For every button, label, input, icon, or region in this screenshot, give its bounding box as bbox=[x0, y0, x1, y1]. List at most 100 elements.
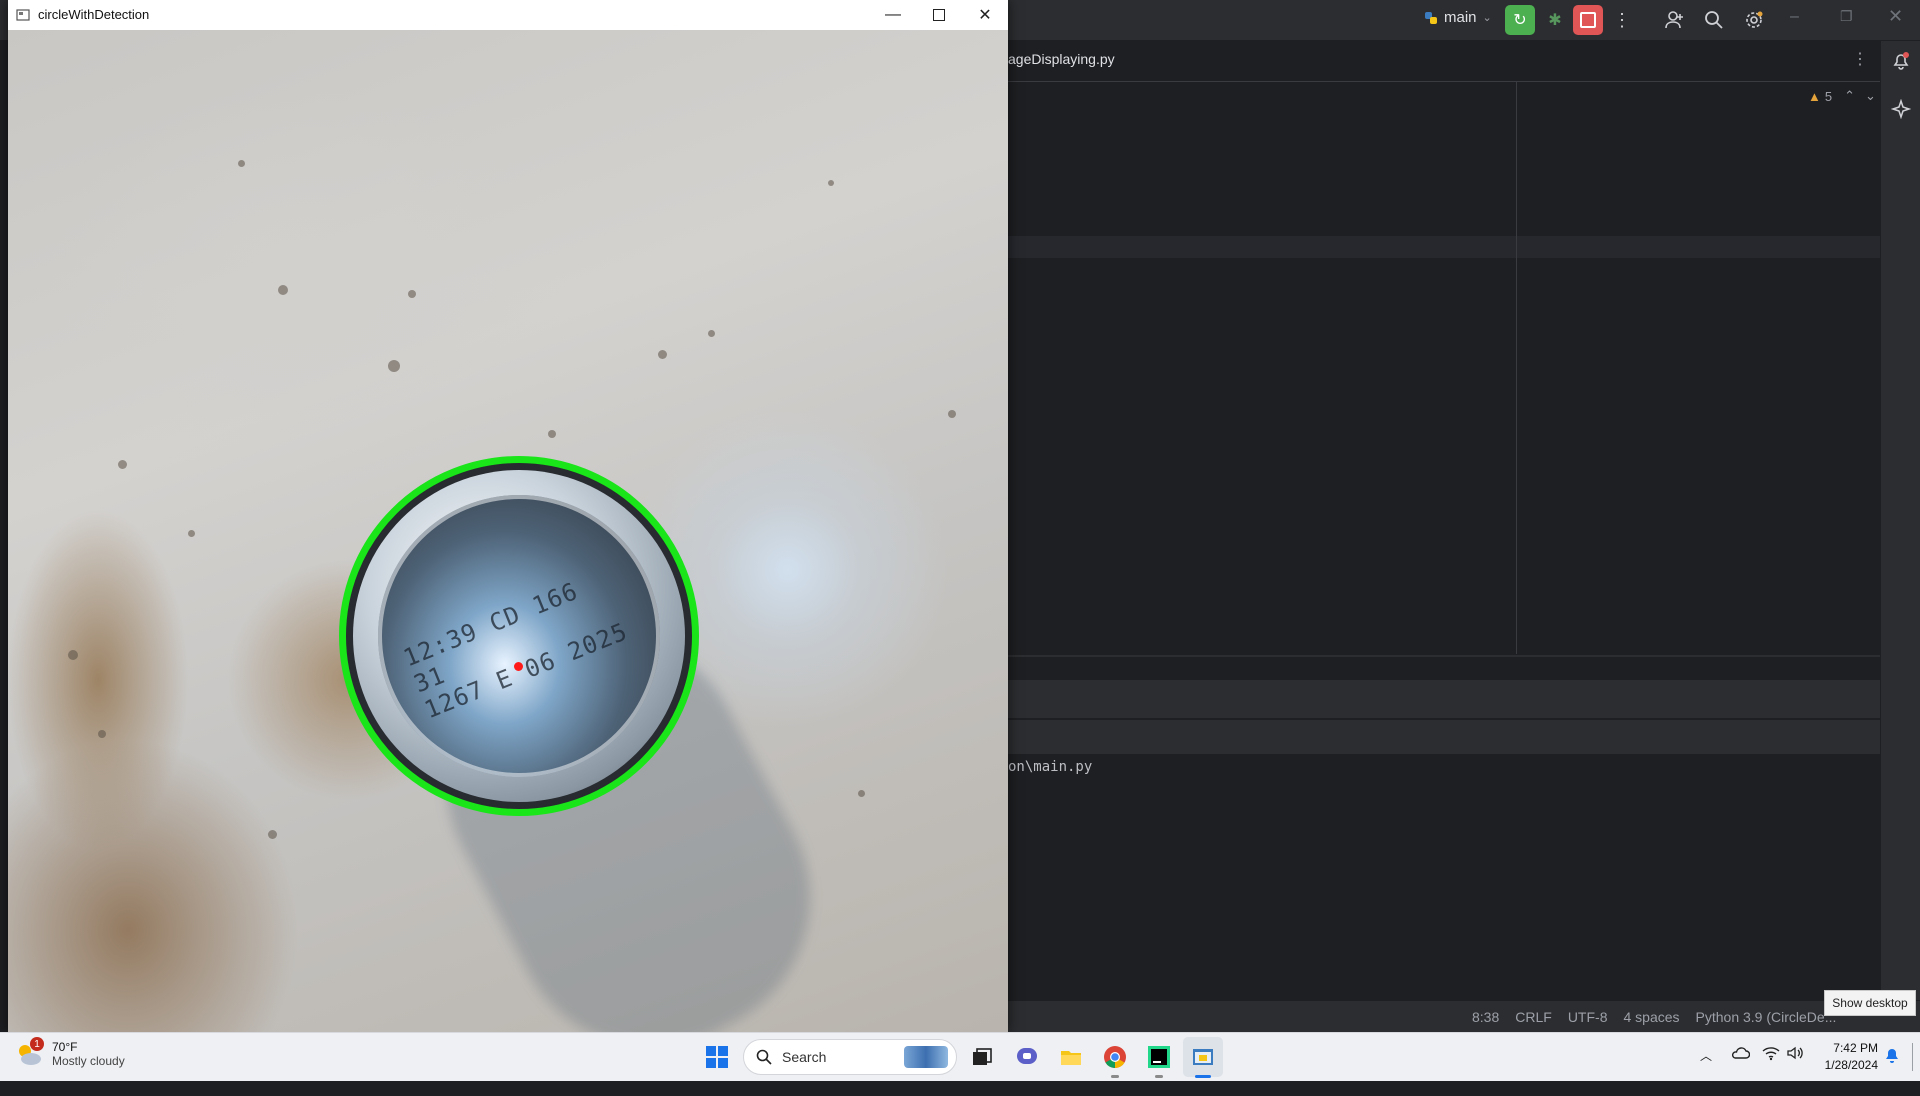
python-window-icon bbox=[1193, 1049, 1213, 1065]
taskbar: 1 70°F Mostly cloudy Search ︿ 7:42 PM 1/… bbox=[0, 1032, 1920, 1081]
caret-position[interactable]: 8:38 bbox=[1472, 1009, 1499, 1025]
notification-center-button[interactable] bbox=[1884, 1046, 1900, 1069]
image-window[interactable]: circleWithDetection — ✕ 12:39 CD 166 31 … bbox=[8, 0, 1008, 1096]
stop-button[interactable] bbox=[1573, 5, 1603, 35]
wifi-icon bbox=[1762, 1047, 1780, 1061]
minimize-icon: — bbox=[885, 6, 901, 23]
editor-right-margin bbox=[1516, 82, 1517, 654]
status-bar: 8:38 CRLF UTF-8 4 spaces Python 3.9 (Cir… bbox=[1008, 1000, 1920, 1033]
chrome-button[interactable] bbox=[1095, 1037, 1135, 1078]
weather-temp: 70°F bbox=[52, 1040, 78, 1054]
python-icon bbox=[1424, 11, 1438, 25]
bell-icon bbox=[1893, 52, 1909, 70]
interpreter-selector[interactable]: Python 3.9 (CircleDe... bbox=[1696, 1009, 1837, 1025]
run-tool-window-tabs bbox=[1008, 720, 1880, 754]
weather-widget[interactable]: 1 70°F Mostly cloudy bbox=[14, 1037, 125, 1069]
python-app-button[interactable] bbox=[1183, 1037, 1223, 1078]
search-everywhere-button[interactable] bbox=[1699, 5, 1729, 35]
minimize-icon: – bbox=[1790, 8, 1799, 25]
close-button[interactable]: ✕ bbox=[962, 0, 1008, 30]
rerun-icon: ↻ bbox=[1513, 12, 1527, 29]
gear-icon bbox=[1746, 11, 1763, 28]
notifications-button[interactable] bbox=[1891, 51, 1911, 76]
tool-window-divider bbox=[1008, 655, 1880, 657]
close-button[interactable]: ✕ bbox=[1888, 6, 1903, 27]
file-encoding[interactable]: UTF-8 bbox=[1568, 1009, 1608, 1025]
search-placeholder: Search bbox=[782, 1049, 827, 1065]
console-line: on\main.py bbox=[1008, 759, 1093, 775]
run-button[interactable]: ↻ bbox=[1505, 5, 1535, 35]
search-icon bbox=[756, 1049, 772, 1065]
search-highlight-icon bbox=[904, 1046, 948, 1068]
ai-assistant-button[interactable] bbox=[1890, 98, 1912, 124]
task-view-icon bbox=[973, 1048, 992, 1065]
stop-icon bbox=[1580, 12, 1596, 28]
teams-chat-button[interactable] bbox=[1007, 1037, 1047, 1077]
pycharm-button[interactable] bbox=[1139, 1037, 1179, 1078]
search-icon bbox=[1705, 11, 1723, 29]
sparkle-icon bbox=[1890, 98, 1912, 120]
chevron-down-icon: ⌄ bbox=[1482, 12, 1492, 24]
chat-icon bbox=[1017, 1048, 1037, 1064]
task-view-button[interactable] bbox=[962, 1037, 1002, 1077]
circle-center-point bbox=[514, 662, 523, 671]
onedrive-button[interactable] bbox=[1730, 1045, 1751, 1066]
pycharm-icon bbox=[1148, 1046, 1170, 1068]
settings-button[interactable] bbox=[1739, 5, 1769, 35]
branch-label: main bbox=[1444, 9, 1477, 26]
volume-button[interactable] bbox=[1786, 1045, 1804, 1066]
clock[interactable]: 7:42 PM 1/28/2024 bbox=[1810, 1041, 1878, 1072]
bell-icon bbox=[1886, 1049, 1898, 1063]
warnings-count: 5 bbox=[1824, 88, 1833, 104]
warning-icon: ▲ bbox=[1808, 88, 1821, 104]
minimize-button[interactable]: — bbox=[870, 0, 916, 30]
weather-badge: 1 bbox=[30, 1037, 44, 1051]
file-explorer-button[interactable] bbox=[1051, 1037, 1091, 1077]
weather-desc: Mostly cloudy bbox=[52, 1054, 125, 1068]
branch-selector[interactable]: main ⌄ bbox=[1424, 9, 1492, 26]
chrome-icon bbox=[1104, 1046, 1126, 1068]
editor-tabs: ageDisplaying.py ⋮ bbox=[1008, 41, 1880, 82]
taskbar-search[interactable]: Search bbox=[743, 1039, 957, 1075]
minimize-button[interactable]: – bbox=[1790, 8, 1799, 26]
more-actions-button[interactable]: ⋮ bbox=[1607, 5, 1637, 35]
show-desktop-tooltip: Show desktop bbox=[1824, 990, 1916, 1016]
show-desktop-button[interactable] bbox=[1912, 1043, 1913, 1071]
cloudy-weather-icon: 1 bbox=[14, 1037, 44, 1069]
chevron-up-icon: ︿ bbox=[1700, 1049, 1713, 1063]
windows-logo-icon bbox=[706, 1046, 728, 1068]
tab-main-file[interactable]: ageDisplaying.py bbox=[1008, 51, 1115, 67]
add-user-icon bbox=[1665, 11, 1683, 29]
more-vertical-icon: ⋮ bbox=[1613, 9, 1631, 30]
start-button[interactable] bbox=[697, 1037, 737, 1077]
more-vertical-icon: ⋮ bbox=[1852, 51, 1868, 68]
show-hidden-icons-button[interactable]: ︿ bbox=[1700, 1047, 1712, 1064]
tab-options-button[interactable]: ⋮ bbox=[1852, 49, 1868, 69]
maximize-icon bbox=[933, 9, 945, 21]
chevron-down-icon[interactable]: ⌄ bbox=[1865, 88, 1876, 104]
right-tool-strip bbox=[1880, 41, 1920, 1001]
folder-icon bbox=[1061, 1051, 1081, 1065]
run-console[interactable]: on\main.py bbox=[1008, 755, 1880, 1000]
code-with-me-button[interactable] bbox=[1660, 5, 1690, 35]
code-editor[interactable]: ▲ 5 ⌃ ⌄ bbox=[1008, 82, 1880, 654]
line-separator[interactable]: CRLF bbox=[1515, 1009, 1552, 1025]
window-title: circleWithDetection bbox=[38, 7, 150, 22]
close-icon: ✕ bbox=[1888, 6, 1904, 26]
wifi-button[interactable] bbox=[1762, 1045, 1780, 1066]
speaker-icon bbox=[1787, 1046, 1803, 1060]
window-titlebar[interactable]: circleWithDetection — ✕ bbox=[8, 0, 1008, 30]
inspection-widget[interactable]: ▲ 5 ⌃ ⌄ bbox=[1808, 88, 1876, 104]
run-tool-window-header bbox=[1008, 680, 1880, 718]
bug-icon: ✱ bbox=[1548, 12, 1562, 29]
clock-date: 1/28/2024 bbox=[1824, 1058, 1878, 1072]
debug-button[interactable]: ✱ bbox=[1540, 5, 1570, 35]
app-icon bbox=[16, 8, 30, 27]
indent-setting[interactable]: 4 spaces bbox=[1623, 1009, 1679, 1025]
chevron-up-icon[interactable]: ⌃ bbox=[1844, 88, 1855, 104]
clock-time: 7:42 PM bbox=[1833, 1041, 1878, 1055]
cloud-icon bbox=[1731, 1047, 1751, 1059]
close-icon: ✕ bbox=[978, 7, 992, 24]
maximize-button[interactable] bbox=[916, 0, 962, 30]
restore-button[interactable]: ❐ bbox=[1840, 8, 1853, 25]
